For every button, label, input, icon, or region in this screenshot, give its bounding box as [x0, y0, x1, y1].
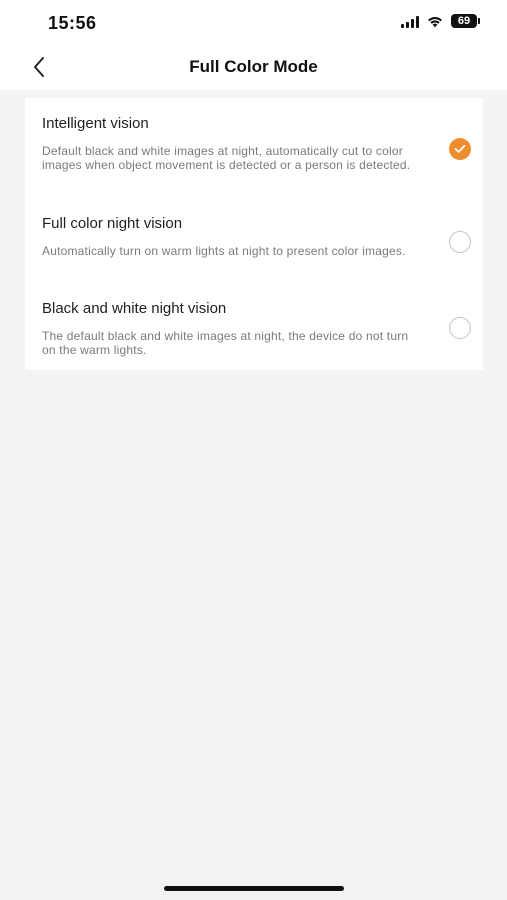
- options-card: Intelligent vision Default black and whi…: [25, 98, 483, 370]
- wifi-icon: [428, 17, 442, 28]
- option-title: Intelligent vision: [42, 115, 149, 132]
- battery-icon: 69: [451, 14, 480, 28]
- battery-level: 69: [457, 15, 471, 27]
- signal-icon: [401, 15, 419, 28]
- radio-unselected[interactable]: [449, 231, 471, 253]
- status-icons: 69: [401, 14, 480, 28]
- option-description: The default black and white images at ni…: [42, 329, 409, 357]
- option-full-color-night-vision[interactable]: Full color night vision Automatically tu…: [25, 197, 483, 283]
- option-black-and-white-night-vision[interactable]: Black and white night vision The default…: [25, 283, 483, 370]
- status-time: 15:56: [48, 13, 97, 33]
- home-indicator: [164, 886, 344, 891]
- option-title: Full color night vision: [42, 215, 183, 232]
- nav-bar: Full Color Mode: [0, 46, 507, 90]
- status-bar: 15:56 69: [0, 0, 507, 46]
- radio-selected[interactable]: [449, 138, 471, 160]
- checkmark-icon: [454, 144, 466, 153]
- option-title: Black and white night vision: [42, 300, 227, 317]
- option-intelligent-vision[interactable]: Intelligent vision Default black and whi…: [25, 98, 483, 197]
- radio-unselected[interactable]: [449, 317, 471, 339]
- option-description: Default black and white images at night,…: [42, 144, 411, 172]
- option-description: Automatically turn on warm lights at nig…: [42, 244, 406, 258]
- page-title: Full Color Mode: [189, 57, 318, 76]
- header-area: 15:56 69 Full Color Mode: [0, 0, 507, 90]
